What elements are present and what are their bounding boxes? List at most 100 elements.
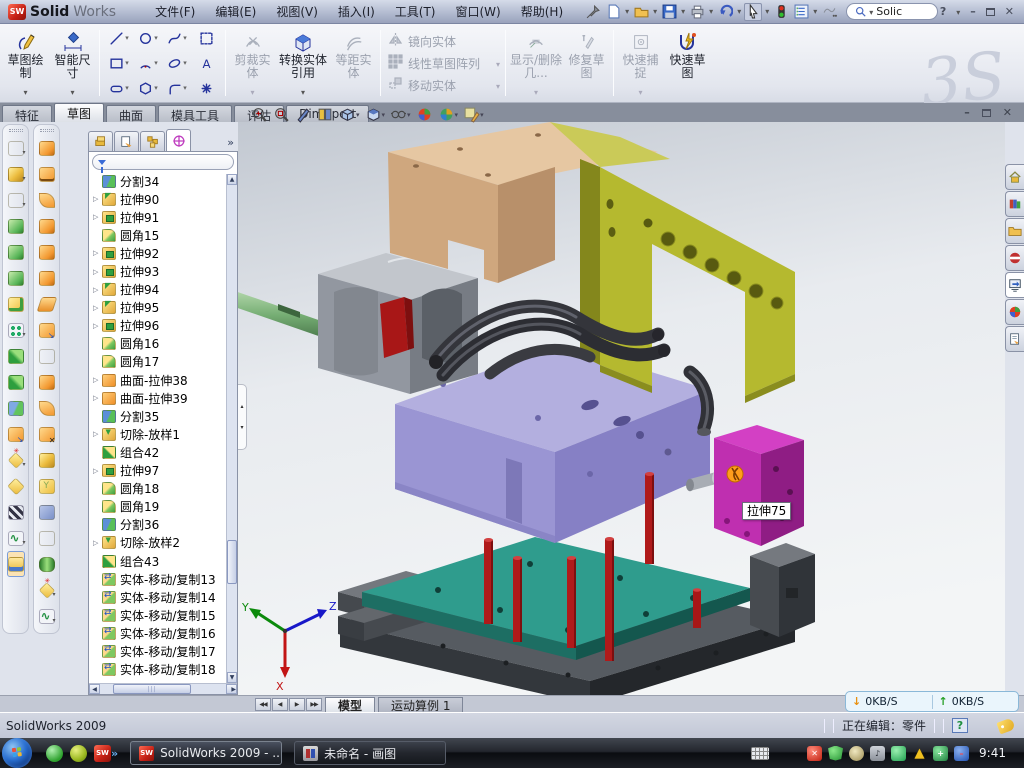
expand-arrow-icon[interactable]: ▷ xyxy=(93,376,102,384)
zoom-to-fit-button[interactable] xyxy=(250,105,269,124)
scroll-thumb[interactable] xyxy=(113,684,191,694)
manager-tab-dimxpertmanager[interactable] xyxy=(166,129,191,151)
display-delete-relations-button[interactable]: 显示/删除几... xyxy=(509,26,563,100)
lofted-surface-button[interactable] xyxy=(39,213,55,239)
doc-minimize-button[interactable] xyxy=(964,106,970,119)
tree-item[interactable]: 组合42 xyxy=(93,443,237,461)
panel-overflow-icon[interactable] xyxy=(223,136,238,151)
start-button[interactable] xyxy=(2,738,32,768)
centerpoint-arc-button[interactable]: ▾ xyxy=(134,51,162,75)
delete-face-button[interactable] xyxy=(39,421,55,447)
expand-arrow-icon[interactable]: ▷ xyxy=(93,195,102,203)
menu-edit[interactable]: 编辑(E) xyxy=(206,1,265,22)
taskpane-tab-file-explorer[interactable] xyxy=(1005,218,1024,244)
extruded-cut-button[interactable]: ▾ xyxy=(7,135,25,161)
tree-item[interactable]: ▷切除-放样2 xyxy=(93,534,237,552)
offset-surface-button[interactable] xyxy=(39,369,55,395)
fillet-surface-button[interactable] xyxy=(39,525,55,551)
tab-mold-tools[interactable]: 模具工具 xyxy=(158,105,232,122)
select-arrow-icon[interactable] xyxy=(744,3,762,21)
expand-arrow-icon[interactable]: ▷ xyxy=(93,430,102,438)
tree-vertical-scrollbar[interactable] xyxy=(226,174,237,683)
tree-item[interactable]: ▷曲面-拉伸38 xyxy=(93,371,237,389)
splitter-down-icon[interactable] xyxy=(240,424,243,431)
tree-item[interactable]: 实体-移动/复制13 xyxy=(93,570,237,588)
doc-restore-button[interactable] xyxy=(982,109,991,117)
print-icon[interactable] xyxy=(688,3,706,21)
shaded-sketch-contours-button[interactable] xyxy=(192,26,220,50)
splitter-up-icon[interactable] xyxy=(240,403,243,410)
rapid-sketch-button[interactable]: 快速草图 xyxy=(664,26,711,100)
curve-button[interactable]: ▾ xyxy=(7,525,25,551)
tree-item[interactable]: 实体-移动/复制14 xyxy=(93,588,237,606)
options-list-icon[interactable] xyxy=(792,3,810,21)
tree-item[interactable]: 圆角16 xyxy=(93,335,237,353)
new-document-icon[interactable] xyxy=(604,3,622,21)
taskbar-task-paint[interactable]: 未命名 - 画图 xyxy=(294,741,446,765)
tree-item[interactable]: 圆角17 xyxy=(93,353,237,371)
quick-snaps-button[interactable]: 快速捕捉 xyxy=(617,26,664,100)
tree-item[interactable]: 组合43 xyxy=(93,552,237,570)
tree-item[interactable]: 实体-移动/复制15 xyxy=(93,606,237,624)
expand-arrow-icon[interactable]: ▷ xyxy=(93,539,102,547)
tree-item[interactable]: ▷拉伸91 xyxy=(93,208,237,226)
keyboard-layout-icon[interactable] xyxy=(751,747,769,760)
tree-item[interactable]: 分割35 xyxy=(93,407,237,425)
spline-button[interactable]: ▾ xyxy=(163,26,191,50)
wireless-icon[interactable] xyxy=(891,746,906,761)
tree-item[interactable]: ▷拉伸93 xyxy=(93,262,237,280)
dropdown-caret-icon[interactable]: ▾ xyxy=(22,461,25,468)
last-tab-button[interactable] xyxy=(306,698,322,711)
mirror-entities-button[interactable]: 镜向实体 xyxy=(384,32,502,50)
dropdown-caret-icon[interactable]: ▾ xyxy=(52,617,55,624)
security-shield-icon[interactable] xyxy=(828,746,843,761)
taskpane-tab-home[interactable] xyxy=(1005,164,1024,190)
solidworks-quicklaunch-icon[interactable]: SW xyxy=(94,745,111,762)
tree-item[interactable]: ▷曲面-拉伸39 xyxy=(93,389,237,407)
extruded-surface-button[interactable] xyxy=(39,135,55,161)
help-caret-icon[interactable] xyxy=(956,5,960,18)
extruded-boss-button[interactable]: ▾ xyxy=(7,161,25,187)
replace-face-button[interactable] xyxy=(39,447,55,473)
save-icon[interactable] xyxy=(660,3,678,21)
tree-item[interactable]: 圆角18 xyxy=(93,480,237,498)
offset-entities-button[interactable]: 等距实体 xyxy=(330,26,377,100)
revolved-boss-button[interactable] xyxy=(7,239,25,265)
reference-geometry-button[interactable]: ▾ xyxy=(7,447,25,473)
tree-item[interactable]: 实体-移动/复制17 xyxy=(93,642,237,660)
swept-boss-button[interactable] xyxy=(7,213,25,239)
expand-arrow-icon[interactable]: ▷ xyxy=(93,304,102,312)
convert-caret-icon[interactable] xyxy=(301,85,305,99)
tab-features[interactable]: 特征 xyxy=(2,105,52,122)
expand-arrow-icon[interactable]: ▷ xyxy=(93,213,102,221)
taskpane-tab-view-palette[interactable] xyxy=(1005,272,1024,298)
extend-surface-button[interactable] xyxy=(39,317,55,343)
sketch-button[interactable]: 草图绘制 xyxy=(2,26,49,100)
dropdown-caret-icon[interactable]: ▾ xyxy=(22,201,25,208)
dropdown-caret-icon[interactable]: ▾ xyxy=(22,539,25,546)
tab-model[interactable]: 模型 xyxy=(325,697,375,712)
knit-surface-button[interactable] xyxy=(39,473,55,499)
first-tab-button[interactable] xyxy=(255,698,271,711)
close-button[interactable] xyxy=(1005,5,1014,18)
tree-item[interactable]: 实体-移动/复制18 xyxy=(93,661,237,679)
quick-launch-overflow-icon[interactable] xyxy=(111,747,118,760)
menu-tools[interactable]: 工具(T) xyxy=(386,1,445,22)
trim-entities-button[interactable]: 剪裁实体 xyxy=(229,26,276,100)
menu-window[interactable]: 窗口(W) xyxy=(447,1,510,22)
tag-icon[interactable] xyxy=(996,717,1015,734)
toolbar-grip[interactable] xyxy=(40,129,54,132)
taskpane-tab-appearances[interactable] xyxy=(1005,299,1024,325)
plane-button[interactable] xyxy=(7,473,25,499)
planar-surface-button[interactable] xyxy=(39,291,55,317)
pin-icon[interactable] xyxy=(584,3,602,21)
network-speed-widget[interactable]: 0KB/S 0KB/S xyxy=(845,691,1019,712)
ellipse-button[interactable]: ▾ xyxy=(163,51,191,75)
primitive-cylinder-button[interactable] xyxy=(39,551,55,577)
apply-scene-button[interactable]: ▾ xyxy=(437,105,460,124)
taskpane-tab-solidworks-resources[interactable] xyxy=(1005,245,1024,271)
move-entities-button[interactable]: 移动实体 xyxy=(384,76,502,94)
taskpane-tab-design-library[interactable] xyxy=(1005,191,1024,217)
lofted-boss-button[interactable] xyxy=(7,265,25,291)
corner-rectangle-button[interactable]: ▾ xyxy=(105,51,133,75)
